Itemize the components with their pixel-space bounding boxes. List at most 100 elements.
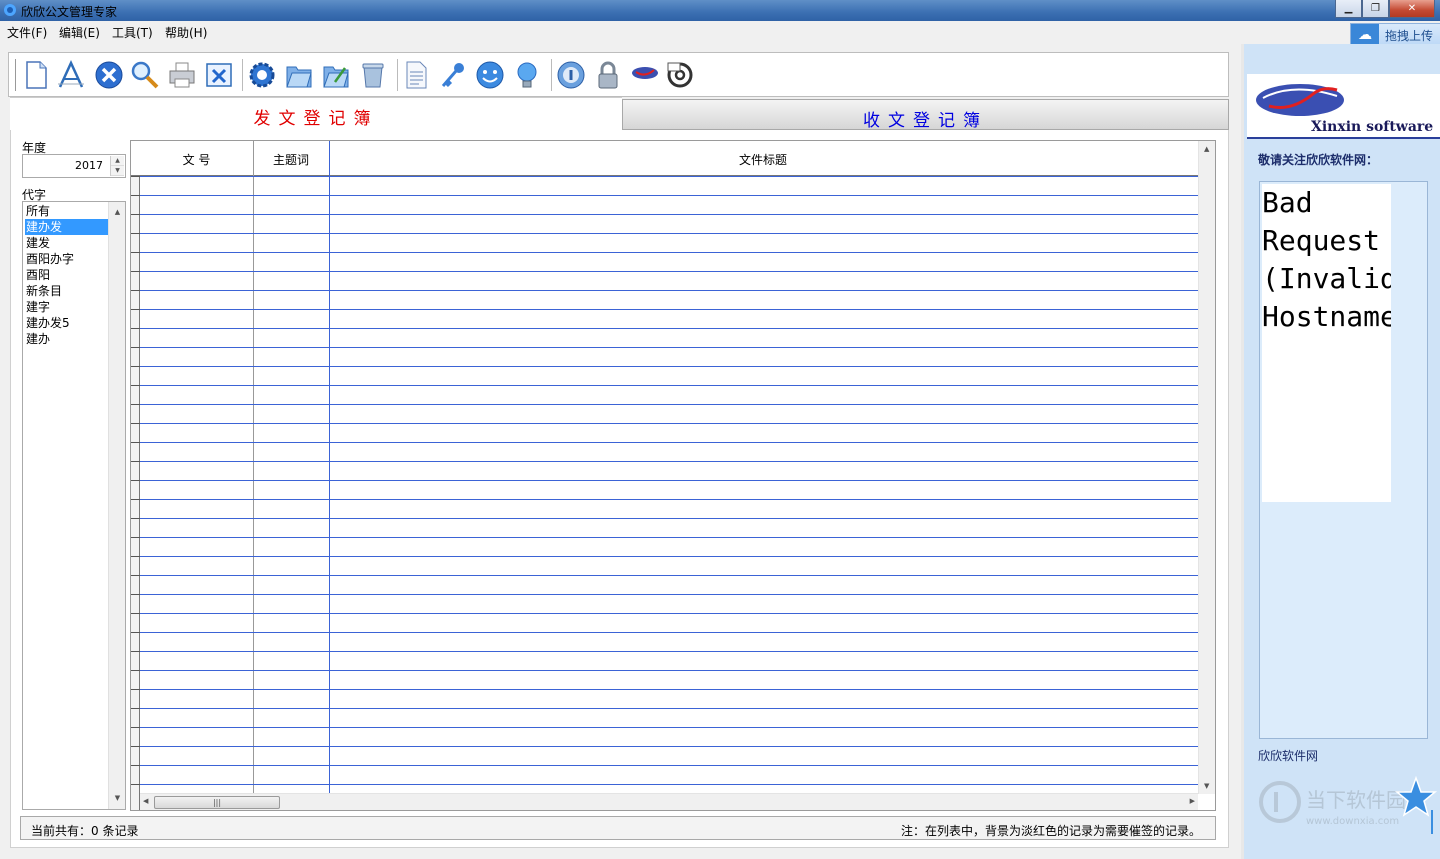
year-value: 2017 xyxy=(75,159,103,172)
scroll-right-icon[interactable]: ▶ xyxy=(1190,797,1195,805)
restore-icon: ❐ xyxy=(1371,3,1380,14)
table-row-line xyxy=(140,404,1198,405)
record-count: 当前共有：0 条记录 xyxy=(31,824,139,838)
spin-up-icon[interactable]: ▲ xyxy=(111,156,124,166)
scroll-up-icon[interactable]: ▲ xyxy=(109,204,126,221)
close-button[interactable]: ✕ xyxy=(1389,0,1435,18)
row-indicator-line xyxy=(131,651,140,652)
smiley-icon[interactable] xyxy=(474,59,506,91)
list-item[interactable]: 酉阳办字 xyxy=(25,251,109,267)
table-row-line xyxy=(140,499,1198,500)
report-document-icon[interactable] xyxy=(400,59,432,91)
table-row-line xyxy=(140,214,1198,215)
scroll-left-icon[interactable]: ◀ xyxy=(143,797,148,805)
info-icon[interactable] xyxy=(555,59,587,91)
trash-icon[interactable] xyxy=(357,59,389,91)
row-indicator-line xyxy=(131,271,140,272)
tab-receive-label: 收文登记簿 xyxy=(863,111,988,131)
status-note: 注：在列表中，背景为淡红色的记录为需要催签的记录。 xyxy=(900,824,1201,838)
list-item[interactable]: 建发 xyxy=(25,235,109,251)
list-item[interactable]: 所有 xyxy=(25,203,109,219)
web-line: (Invalid xyxy=(1262,262,1391,295)
web-panel[interactable]: Bad Request (Invalid Hostname xyxy=(1259,181,1428,739)
column-divider xyxy=(329,141,330,794)
row-indicator-line xyxy=(131,195,140,196)
key-icon[interactable] xyxy=(437,59,469,91)
new-document-icon[interactable] xyxy=(20,59,52,91)
settings-gear-icon[interactable] xyxy=(246,59,278,91)
toolbar-separator xyxy=(242,59,244,91)
xinxin-website-link[interactable]: 欣欣软件网 xyxy=(1258,747,1318,764)
scroll-thumb[interactable]: ||| xyxy=(154,796,280,809)
row-indicator-line xyxy=(131,480,140,481)
export-excel-icon[interactable] xyxy=(203,59,235,91)
email-icon[interactable] xyxy=(664,59,696,91)
spin-down-icon[interactable]: ▼ xyxy=(111,166,124,176)
table-row-line xyxy=(140,537,1198,538)
row-indicator-line xyxy=(131,689,140,690)
tab-receive-register[interactable]: 收文登记簿 xyxy=(622,99,1229,131)
cloud-icon: ☁ xyxy=(1351,24,1379,46)
web-page-content: Bad Request (Invalid Hostname xyxy=(1262,184,1391,502)
cancel-icon[interactable] xyxy=(93,59,125,91)
list-item[interactable]: 建字 xyxy=(25,299,109,315)
list-scrollbar[interactable]: ▲ ▼ xyxy=(108,202,125,809)
row-indicator-line xyxy=(131,708,140,709)
document-grid[interactable]: 文 号 主题词 文件标题 ▲ ▼ ◀ ||| ▶ xyxy=(130,140,1216,811)
code-list[interactable]: 所有 建办发 建发 酉阳办字 酉阳 新条目 建字 建办发5 建办 ▲ ▼ xyxy=(22,201,126,810)
list-item[interactable]: 新条目 xyxy=(25,283,109,299)
row-indicator-line xyxy=(131,518,140,519)
xinxin-logo-icon xyxy=(1256,84,1344,116)
table-row-line xyxy=(140,480,1198,481)
row-indicator-line xyxy=(131,594,140,595)
menu-help[interactable]: 帮助(H) xyxy=(165,24,207,41)
list-item[interactable]: 建办 xyxy=(25,331,109,347)
logo-text: Xinxin software xyxy=(1311,119,1434,135)
column-header-subject[interactable]: 主题词 xyxy=(253,151,329,168)
list-item[interactable]: 建办发5 xyxy=(25,315,109,331)
toolbar-grip[interactable] xyxy=(15,59,18,91)
minimize-button[interactable]: ▁ xyxy=(1335,0,1362,18)
toolbar xyxy=(8,52,1229,97)
web-line: Request xyxy=(1262,224,1381,257)
edit-folder-icon[interactable] xyxy=(320,59,352,91)
menu-file[interactable]: 文件(F) xyxy=(7,24,47,41)
maximize-button[interactable]: ❐ xyxy=(1362,0,1389,18)
xinxin-logo-icon[interactable] xyxy=(629,59,661,91)
menu-edit[interactable]: 编辑(E) xyxy=(59,24,100,41)
open-folder-icon[interactable] xyxy=(283,59,315,91)
row-indicator-line xyxy=(131,784,140,785)
list-item[interactable]: 酉阳 xyxy=(25,267,109,283)
row-indicator-line xyxy=(131,309,140,310)
column-header-title[interactable]: 文件标题 xyxy=(329,151,1197,168)
upload-label: 拖拽上传 xyxy=(1385,28,1434,43)
table-row-line xyxy=(140,613,1198,614)
lightbulb-icon[interactable] xyxy=(511,59,543,91)
table-row-line xyxy=(140,442,1198,443)
row-indicator-line xyxy=(131,233,140,234)
follow-text: 敬请关注欣欣软件网： xyxy=(1258,153,1379,167)
lock-icon[interactable] xyxy=(592,59,624,91)
table-row-line xyxy=(140,195,1198,196)
print-icon[interactable] xyxy=(166,59,198,91)
row-indicator-line xyxy=(131,404,140,405)
grid-vertical-scrollbar[interactable]: ▲ ▼ xyxy=(1198,141,1215,794)
table-row-line xyxy=(140,556,1198,557)
table-row-line xyxy=(140,252,1198,253)
row-indicator-line xyxy=(131,328,140,329)
tab-send-register[interactable]: 发文登记簿 xyxy=(10,97,622,131)
window-title: 欣欣公文管理专家 xyxy=(21,5,118,19)
list-item-selected[interactable]: 建办发 xyxy=(25,219,109,235)
menu-tools[interactable]: 工具(T) xyxy=(112,24,153,41)
year-spinner[interactable]: 2017 ▲ ▼ xyxy=(22,154,126,178)
search-icon[interactable] xyxy=(129,59,161,91)
menu-bar: 文件(F) 编辑(E) 工具(T) 帮助(H) xyxy=(0,21,1440,41)
grid-header: 文 号 主题词 文件标题 xyxy=(131,141,1199,176)
watermark-logo-icon xyxy=(1259,781,1301,823)
scroll-down-icon[interactable]: ▼ xyxy=(109,790,126,807)
grid-horizontal-scrollbar[interactable]: ◀ ||| ▶ xyxy=(140,793,1198,810)
scroll-down-icon[interactable]: ▼ xyxy=(1204,782,1209,790)
column-header-doc-number[interactable]: 文 号 xyxy=(140,151,253,168)
scroll-up-icon[interactable]: ▲ xyxy=(1204,145,1209,153)
font-icon[interactable] xyxy=(55,59,87,91)
